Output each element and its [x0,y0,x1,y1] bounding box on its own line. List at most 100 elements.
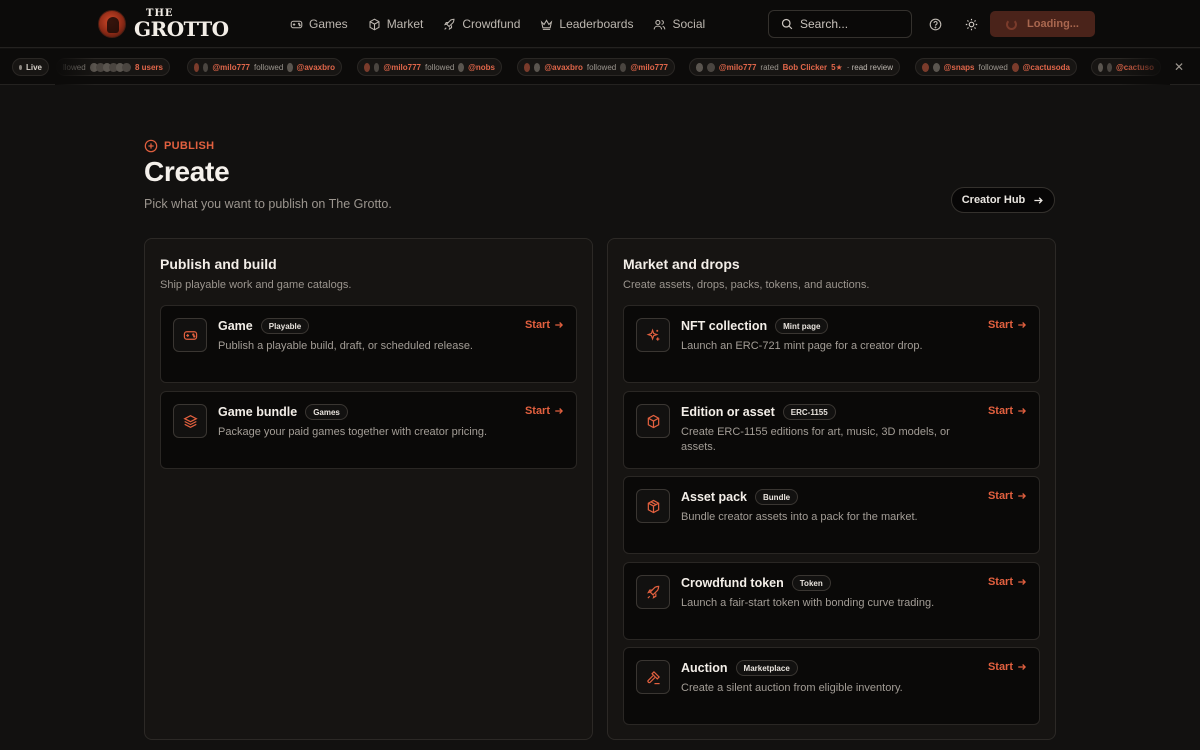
brand-logo[interactable]: THE GROTTO [98,8,229,40]
avatar [287,62,293,72]
card-badge: Games [305,404,348,420]
ticker-item[interactable]: @avaxbro followed @milo777 [517,58,675,76]
start-link[interactable]: Start [525,405,564,417]
start-link[interactable]: Start [988,490,1027,502]
card-title: Asset pack [681,490,748,504]
avatar [534,62,541,72]
start-link[interactable]: Start [988,576,1027,588]
panel-title: Publish and build [160,256,277,272]
arrow-right-icon [1034,196,1044,204]
follow-icon [524,62,531,72]
card-title: Crowdfund token [681,576,784,590]
sun-icon [965,18,977,30]
live-dot-icon [19,64,22,70]
card-badge: Mint page [775,318,829,334]
card-description: Publish a playable build, draft, or sche… [218,340,473,352]
eyebrow: PUBLISH [144,139,214,153]
card-description: Launch an ERC-721 mint page for a creato… [681,340,923,352]
ticker-item[interactable]: llowed 8 users [56,58,170,76]
arrow-right-icon [555,408,564,414]
avatar [122,62,131,72]
search-input[interactable] [800,17,900,31]
follow-icon [922,62,929,72]
panel-market-drops: Market and drops Create assets, drops, p… [607,238,1056,740]
plus-circle-icon [144,139,158,153]
card-title: NFT collection [681,319,768,333]
panel-subtitle: Create assets, drops, packs, tokens, and… [623,279,870,291]
rocket-icon [444,18,455,30]
activity-ticker: Live llowed 8 users @milo777 followed @a… [0,49,1200,85]
card-game-bundle[interactable]: Game bundle Games Package your paid game… [160,391,577,469]
gamepad-icon [290,20,303,28]
sparkles-icon [636,318,670,352]
avatar [932,62,940,72]
nav-market[interactable]: Market [368,17,423,31]
ticker-item[interactable]: @snaps followed @cactusoda [915,58,1077,76]
top-header: THE GROTTO Games Market Crowdfund Leader… [0,0,1200,48]
main-nav: Games Market Crowdfund Leaderboards Soci… [290,0,725,48]
card-description: Create a silent auction from eligible in… [681,682,903,694]
panel-title: Market and drops [623,256,740,272]
ticker-item[interactable]: @milo777 rated Bob Clicker 5★ · read rev… [689,58,900,76]
card-crowdfund-token[interactable]: Crowdfund token Token Launch a fair-star… [623,562,1040,640]
start-link[interactable]: Start [988,661,1027,673]
ticker-item[interactable]: @milo777 followed @avaxbro [187,58,342,76]
card-asset-pack[interactable]: Asset pack Bundle Bundle creator assets … [623,476,1040,554]
nav-social[interactable]: Social [653,17,705,31]
card-badge: ERC-1155 [782,404,836,420]
card-description: Package your paid games together with cr… [218,426,488,438]
ticker-item[interactable]: @milo777 followed @nobs [357,58,502,76]
theme-toggle-button[interactable] [961,14,981,34]
help-button[interactable] [925,14,945,34]
cube-icon [636,404,670,438]
brand-name: GROTTO [134,17,229,41]
arrow-right-icon [555,322,564,328]
spinner-icon [1006,18,1018,30]
gavel-icon [636,660,670,694]
start-link[interactable]: Start [988,405,1027,417]
card-title: Edition or asset [681,405,775,419]
card-badge: Token [791,575,831,591]
card-game[interactable]: Game Playable Publish a playable build, … [160,305,577,383]
start-link[interactable]: Start [525,319,564,331]
avatar [203,62,209,72]
card-description: Launch a fair-start token with bonding c… [681,597,935,609]
card-nft-collection[interactable]: NFT collection Mint page Launch an ERC-7… [623,305,1040,383]
panel-publish-build: Publish and build Ship playable work and… [144,238,593,740]
loading-button[interactable]: Loading... [990,11,1095,37]
page-title: Create [144,156,230,187]
search-box[interactable] [768,10,912,38]
live-badge: Live [12,58,49,76]
search-icon [781,18,793,30]
avatar [458,62,465,72]
comment-icon [1098,62,1103,72]
creator-hub-button[interactable]: Creator Hub [951,187,1055,213]
avatar [373,62,380,72]
card-auction[interactable]: Auction Marketplace Create a silent auct… [623,647,1040,725]
page-subtitle: Pick what you want to publish on The Gro… [144,197,392,211]
nav-leaderboards[interactable]: Leaderboards [540,17,633,31]
arrow-right-icon [1018,408,1027,414]
start-link[interactable]: Start [988,319,1027,331]
card-description: Bundle creator assets into a pack for th… [681,511,918,523]
users-icon [654,19,666,29]
avatar [707,62,715,72]
ticker-item[interactable]: @cactuso [1091,58,1161,76]
avatar [1011,62,1019,72]
card-edition-asset[interactable]: Edition or asset ERC-1155 Create ERC-115… [623,391,1040,469]
arrow-right-icon [1018,493,1027,499]
avatar [1106,62,1112,72]
star-icon [696,62,704,72]
card-badge: Playable [260,318,310,334]
cube-icon [369,18,380,30]
help-circle-icon [929,18,941,30]
close-icon[interactable]: ✕ [1172,60,1186,74]
card-badge: Bundle [755,489,799,505]
nav-games[interactable]: Games [290,17,348,31]
nav-crowdfund[interactable]: Crowdfund [443,17,520,31]
gamepad-icon [173,318,207,352]
card-title: Game bundle [218,405,298,419]
follow-icon [364,62,370,72]
arrow-right-icon [1018,579,1027,585]
card-badge: Marketplace [735,660,798,676]
